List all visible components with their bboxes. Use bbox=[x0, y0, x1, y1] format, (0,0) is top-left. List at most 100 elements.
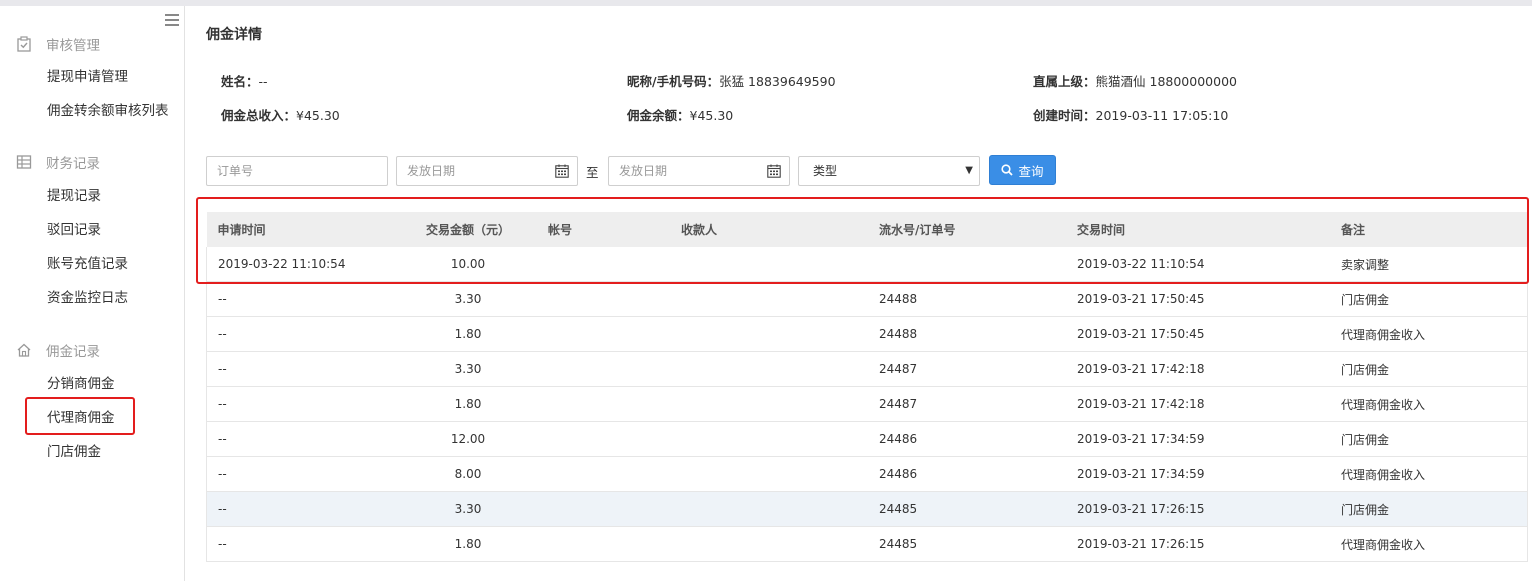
main-content: 佣金详情 姓名：-- 昵称/手机号码：张猛 18839649590 直属上级：熊… bbox=[186, 6, 1532, 581]
cell-remark: 门店佣金 bbox=[1341, 491, 1528, 527]
order-number-field bbox=[206, 156, 388, 186]
cell-serial-order: 24488 bbox=[879, 316, 1077, 352]
start-date-input[interactable] bbox=[397, 157, 577, 185]
cell-amount: 8.00 bbox=[388, 456, 548, 492]
cell-trade-time: 2019-03-21 17:26:15 bbox=[1077, 526, 1341, 562]
table-row[interactable]: -- 8.00 24486 2019-03-21 17:34:59 代理商佣金收入 bbox=[206, 456, 1528, 492]
cell-trade-time: 2019-03-21 17:26:15 bbox=[1077, 491, 1341, 527]
info-created-label: 创建时间： bbox=[1033, 108, 1096, 123]
cell-trade-time: 2019-03-21 17:42:18 bbox=[1077, 351, 1341, 387]
menu-toggle-icon[interactable] bbox=[165, 14, 179, 26]
cell-payee bbox=[681, 526, 879, 562]
dropdown-arrow-icon: ▼ bbox=[965, 165, 973, 176]
sidebar-item-recharge-records[interactable]: 账号充值记录 bbox=[47, 253, 128, 275]
query-button[interactable]: 查询 bbox=[989, 155, 1056, 185]
cell-trade-time: 2019-03-21 17:42:18 bbox=[1077, 386, 1341, 422]
end-date-input[interactable] bbox=[609, 157, 789, 185]
cell-remark: 门店佣金 bbox=[1341, 351, 1528, 387]
cell-payee bbox=[681, 281, 879, 317]
sidebar-item-fund-monitor-log[interactable]: 资金监控日志 bbox=[47, 287, 128, 309]
cell-apply-time: -- bbox=[206, 421, 388, 457]
cell-amount: 12.00 bbox=[388, 421, 548, 457]
sidebar-group-label: 审核管理 bbox=[46, 38, 100, 54]
cell-payee bbox=[681, 386, 879, 422]
cell-account bbox=[548, 386, 681, 422]
cell-serial-order: 24486 bbox=[879, 456, 1077, 492]
info-total-income-label: 佣金总收入： bbox=[221, 108, 297, 123]
cell-apply-time: -- bbox=[206, 316, 388, 352]
cell-remark: 门店佣金 bbox=[1341, 281, 1528, 317]
info-name: 姓名：-- bbox=[221, 71, 268, 90]
info-nick-value: 张猛 18839649590 bbox=[719, 74, 836, 89]
sidebar-group-commission[interactable]: 佣金记录 bbox=[16, 340, 100, 360]
cell-apply-time: -- bbox=[206, 351, 388, 387]
sidebar-item-withdraw-apply[interactable]: 提现申请管理 bbox=[47, 66, 128, 88]
info-name-label: 姓名： bbox=[221, 74, 259, 89]
clipboard-check-icon bbox=[16, 36, 32, 52]
cell-apply-time: -- bbox=[206, 491, 388, 527]
table-row[interactable]: -- 3.30 24488 2019-03-21 17:50:45 门店佣金 bbox=[206, 281, 1528, 317]
cell-apply-time: -- bbox=[206, 456, 388, 492]
cell-amount: 3.30 bbox=[388, 351, 548, 387]
sidebar-item-rejected-records[interactable]: 驳回记录 bbox=[47, 219, 101, 241]
info-balance-label: 佣金余额： bbox=[627, 108, 690, 123]
table-row[interactable]: -- 3.30 24485 2019-03-21 17:26:15 门店佣金 bbox=[206, 491, 1528, 527]
calendar-icon[interactable] bbox=[555, 164, 569, 178]
cell-account bbox=[548, 351, 681, 387]
sidebar-group-label: 财务记录 bbox=[46, 156, 100, 172]
info-superior-label: 直属上级： bbox=[1033, 74, 1096, 89]
info-balance-value: ¥45.30 bbox=[689, 108, 734, 123]
cell-payee bbox=[681, 316, 879, 352]
table-row[interactable]: -- 12.00 24486 2019-03-21 17:34:59 门店佣金 bbox=[206, 421, 1528, 457]
table-row[interactable]: -- 1.80 24488 2019-03-21 17:50:45 代理商佣金收入 bbox=[206, 316, 1528, 352]
cell-remark: 代理商佣金收入 bbox=[1341, 316, 1528, 352]
type-select[interactable]: 类型 ▼ bbox=[798, 156, 980, 186]
table-row[interactable]: -- 3.30 24487 2019-03-21 17:42:18 门店佣金 bbox=[206, 351, 1528, 387]
table-row[interactable]: -- 1.80 24487 2019-03-21 17:42:18 代理商佣金收入 bbox=[206, 386, 1528, 422]
cell-apply-time: -- bbox=[206, 281, 388, 317]
cell-account bbox=[548, 421, 681, 457]
info-total-income: 佣金总收入：¥45.30 bbox=[221, 105, 340, 124]
cell-account bbox=[548, 491, 681, 527]
sidebar-group-label: 佣金记录 bbox=[46, 344, 100, 360]
cell-payee bbox=[681, 351, 879, 387]
cell-amount: 3.30 bbox=[388, 491, 548, 527]
cell-remark: 门店佣金 bbox=[1341, 421, 1528, 457]
cell-serial-order: 24486 bbox=[879, 421, 1077, 457]
info-balance: 佣金余额：¥45.30 bbox=[627, 105, 733, 124]
cell-trade-time: 2019-03-21 17:34:59 bbox=[1077, 421, 1341, 457]
cell-account bbox=[548, 456, 681, 492]
type-select-value: 类型 bbox=[813, 164, 838, 178]
cell-account bbox=[548, 281, 681, 317]
cell-apply-time: -- bbox=[206, 526, 388, 562]
end-date-field bbox=[608, 156, 790, 186]
cell-trade-time: 2019-03-21 17:34:59 bbox=[1077, 456, 1341, 492]
sidebar-group-finance[interactable]: 财务记录 bbox=[16, 152, 100, 172]
sidebar-group-review[interactable]: 审核管理 bbox=[16, 34, 100, 54]
cell-trade-time: 2019-03-21 17:50:45 bbox=[1077, 316, 1341, 352]
cell-serial-order: 24485 bbox=[879, 526, 1077, 562]
active-item-highlight bbox=[25, 397, 135, 435]
info-nickname: 昵称/手机号码：张猛 18839649590 bbox=[627, 71, 836, 90]
row-highlight-box bbox=[196, 197, 1529, 284]
table-row[interactable]: -- 1.80 24485 2019-03-21 17:26:15 代理商佣金收入 bbox=[206, 526, 1528, 562]
cell-serial-order: 24487 bbox=[879, 351, 1077, 387]
info-superior: 直属上级：熊猫酒仙 18800000000 bbox=[1033, 71, 1237, 90]
cell-amount: 1.80 bbox=[388, 386, 548, 422]
sidebar-item-store-commission[interactable]: 门店佣金 bbox=[47, 441, 101, 463]
order-number-input[interactable] bbox=[207, 157, 387, 185]
sidebar-item-withdraw-records[interactable]: 提现记录 bbox=[47, 185, 101, 207]
start-date-field bbox=[396, 156, 578, 186]
cell-trade-time: 2019-03-21 17:50:45 bbox=[1077, 281, 1341, 317]
home-icon bbox=[16, 342, 32, 358]
cell-remark: 代理商佣金收入 bbox=[1341, 456, 1528, 492]
cell-account bbox=[548, 316, 681, 352]
cell-amount: 1.80 bbox=[388, 316, 548, 352]
sidebar-item-distributor-commission[interactable]: 分销商佣金 bbox=[47, 373, 115, 395]
calendar-icon[interactable] bbox=[767, 164, 781, 178]
cell-account bbox=[548, 526, 681, 562]
cell-payee bbox=[681, 491, 879, 527]
sidebar-item-commission-transfer-review[interactable]: 佣金转余额审核列表 bbox=[47, 100, 169, 122]
cell-amount: 1.80 bbox=[388, 526, 548, 562]
sidebar: 审核管理 提现申请管理 佣金转余额审核列表 财务记录 提现记录 驳回记录 账号充… bbox=[0, 6, 185, 581]
